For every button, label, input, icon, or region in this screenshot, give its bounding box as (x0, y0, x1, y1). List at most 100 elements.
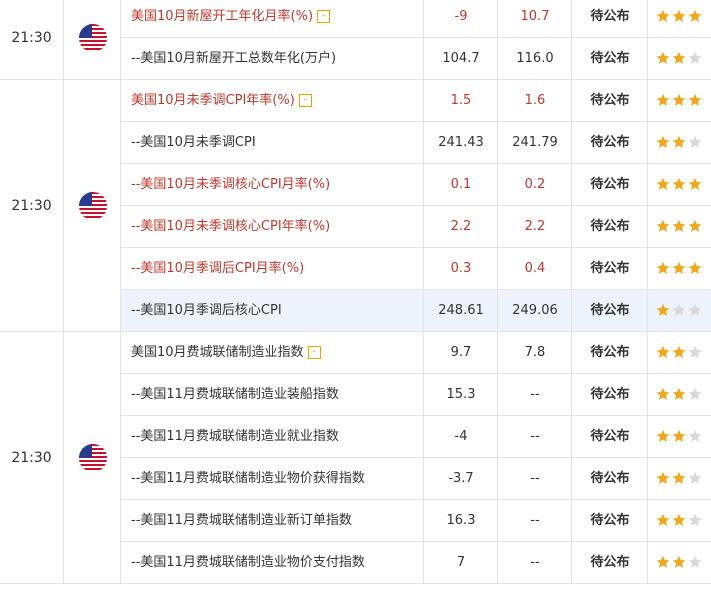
indicator-name[interactable]: --美国10月新屋开工总数年化(万户) (131, 38, 336, 79)
table-row[interactable]: --美国10月未季调CPI 241.43 241.79 待公布 (121, 122, 711, 164)
forecast-value: -- (497, 374, 572, 415)
forecast-value: -- (497, 500, 572, 541)
table-row[interactable]: --美国10月季调后核心CPI 248.61 249.06 待公布 (121, 290, 711, 332)
table-row[interactable]: --美国10月未季调核心CPI年率(%) 2.2 2.2 待公布 (121, 206, 711, 248)
indicator-name[interactable]: 美国10月新屋开工年化月率(%) - (131, 0, 331, 37)
forecast-value: -- (497, 542, 572, 583)
previous-value: 9.7 (423, 332, 498, 373)
forecast-value: 0.4 (497, 248, 572, 289)
previous-value: 0.3 (423, 248, 498, 289)
indicator-name-text: --美国10月未季调核心CPI月率(%) (131, 177, 331, 192)
forecast-value: -- (497, 416, 572, 457)
indicator-name[interactable]: --美国10月季调后核心CPI (131, 290, 282, 331)
importance-rating (647, 122, 711, 163)
star-filled-icon (672, 135, 686, 148)
forecast-value: 10.7 (497, 0, 572, 37)
previous-value: 16.3 (423, 500, 498, 541)
actual-value: 待公布 (571, 248, 648, 289)
indicator-name[interactable]: --美国11月费城联储制造业装船指数 (131, 374, 339, 415)
indicator-name-text: --美国10月季调后CPI月率(%) (131, 261, 305, 276)
table-row[interactable]: --美国11月费城联储制造业装船指数 15.3 -- 待公布 (121, 374, 711, 416)
importance-rating (647, 290, 711, 331)
forecast-value: 241.79 (497, 122, 572, 163)
star-filled-icon (656, 219, 670, 232)
indicator-name-text: 美国10月费城联储制造业指数 (131, 345, 304, 360)
previous-value: 15.3 (423, 374, 498, 415)
importance-rating (647, 416, 711, 457)
forecast-value: 249.06 (497, 290, 572, 331)
actual-value: 待公布 (571, 122, 648, 163)
us-flag-icon (79, 444, 107, 472)
indicator-name[interactable]: --美国10月季调后CPI月率(%) (131, 248, 304, 289)
star-filled-icon (672, 51, 686, 64)
star-filled-icon (656, 9, 670, 22)
actual-value: 待公布 (571, 164, 648, 205)
table-row[interactable]: 美国10月未季调CPI年率(%) - 1.5 1.6 待公布 (121, 80, 711, 122)
country-cell (64, 0, 121, 80)
star-empty-icon (688, 387, 702, 400)
star-filled-icon (672, 261, 686, 274)
previous-value: -4 (423, 416, 498, 457)
previous-value: 2.2 (423, 206, 498, 247)
star-filled-icon (656, 93, 670, 106)
table-row[interactable]: --美国11月费城联储制造业就业指数 -4 -- 待公布 (121, 416, 711, 458)
indicator-name-text: --美国10月未季调核心CPI年率(%) (131, 219, 331, 234)
star-filled-icon (656, 51, 670, 64)
importance-rating (647, 0, 711, 37)
previous-value: -3.7 (423, 458, 498, 499)
table-row[interactable]: --美国10月季调后CPI月率(%) 0.3 0.4 待公布 (121, 248, 711, 290)
previous-value: 7 (423, 542, 498, 583)
indicator-name-text: --美国10月季调后核心CPI (131, 303, 282, 318)
table-row[interactable]: 美国10月费城联储制造业指数 - 9.7 7.8 待公布 (121, 332, 711, 374)
importance-rating (647, 542, 711, 583)
collapse-toggle-icon[interactable]: - (307, 346, 321, 359)
country-cell (64, 80, 121, 332)
star-filled-icon (672, 345, 686, 358)
table-row[interactable]: 美国10月新屋开工年化月率(%) - -9 10.7 待公布 (121, 0, 711, 38)
star-filled-icon (656, 513, 670, 526)
actual-value: 待公布 (571, 332, 648, 373)
indicator-name[interactable]: --美国10月未季调核心CPI年率(%) (131, 206, 330, 247)
indicator-name[interactable]: 美国10月费城联储制造业指数 - (131, 332, 321, 373)
previous-value: 104.7 (423, 38, 498, 79)
star-empty-icon (688, 513, 702, 526)
star-filled-icon (672, 429, 686, 442)
importance-rating (647, 500, 711, 541)
importance-rating (647, 332, 711, 373)
importance-rating (647, 248, 711, 289)
indicator-name[interactable]: --美国11月费城联储制造业物价获得指数 (131, 458, 365, 499)
event-time: 21:30 (0, 80, 64, 332)
table-row[interactable]: --美国11月费城联储制造业物价获得指数 -3.7 -- 待公布 (121, 458, 711, 500)
table-row[interactable]: --美国10月未季调核心CPI月率(%) 0.1 0.2 待公布 (121, 164, 711, 206)
indicator-name[interactable]: --美国11月费城联储制造业新订单指数 (131, 500, 352, 541)
collapse-toggle-icon[interactable]: - (298, 94, 312, 107)
actual-value: 待公布 (571, 80, 648, 121)
star-filled-icon (672, 471, 686, 484)
indicator-name[interactable]: --美国11月费城联储制造业就业指数 (131, 416, 339, 457)
table-row[interactable]: --美国11月费城联储制造业新订单指数 16.3 -- 待公布 (121, 500, 711, 542)
table-row[interactable]: --美国11月费城联储制造业物价支付指数 7 -- 待公布 (121, 542, 711, 584)
actual-value: 待公布 (571, 290, 648, 331)
star-empty-icon (688, 471, 702, 484)
indicator-name-text: 美国10月未季调CPI年率(%) (131, 93, 295, 108)
star-filled-icon (672, 9, 686, 22)
indicator-name-text: --美国10月未季调CPI (131, 135, 256, 150)
economic-calendar-table: 21:30 美国10月新屋开工年化月率(%) - -9 10.7 待公布 --美国10月新屋… (0, 0, 711, 591)
star-empty-icon (672, 303, 686, 316)
star-filled-icon (656, 261, 670, 274)
previous-value: -9 (423, 0, 498, 37)
indicator-name[interactable]: --美国10月未季调核心CPI月率(%) (131, 164, 330, 205)
indicator-name[interactable]: 美国10月未季调CPI年率(%) - (131, 80, 312, 121)
table-row[interactable]: --美国10月新屋开工总数年化(万户) 104.7 116.0 待公布 (121, 38, 711, 80)
indicator-name-text: --美国11月费城联储制造业就业指数 (131, 429, 339, 444)
collapse-toggle-icon[interactable]: - (317, 10, 331, 23)
indicator-name[interactable]: --美国11月费城联储制造业物价支付指数 (131, 542, 365, 583)
importance-rating (647, 38, 711, 79)
star-filled-icon (656, 135, 670, 148)
importance-rating (647, 458, 711, 499)
star-filled-icon (656, 387, 670, 400)
indicator-name[interactable]: --美国10月未季调CPI (131, 122, 256, 163)
previous-value: 0.1 (423, 164, 498, 205)
star-filled-icon (688, 219, 702, 232)
forecast-value: 0.2 (497, 164, 572, 205)
